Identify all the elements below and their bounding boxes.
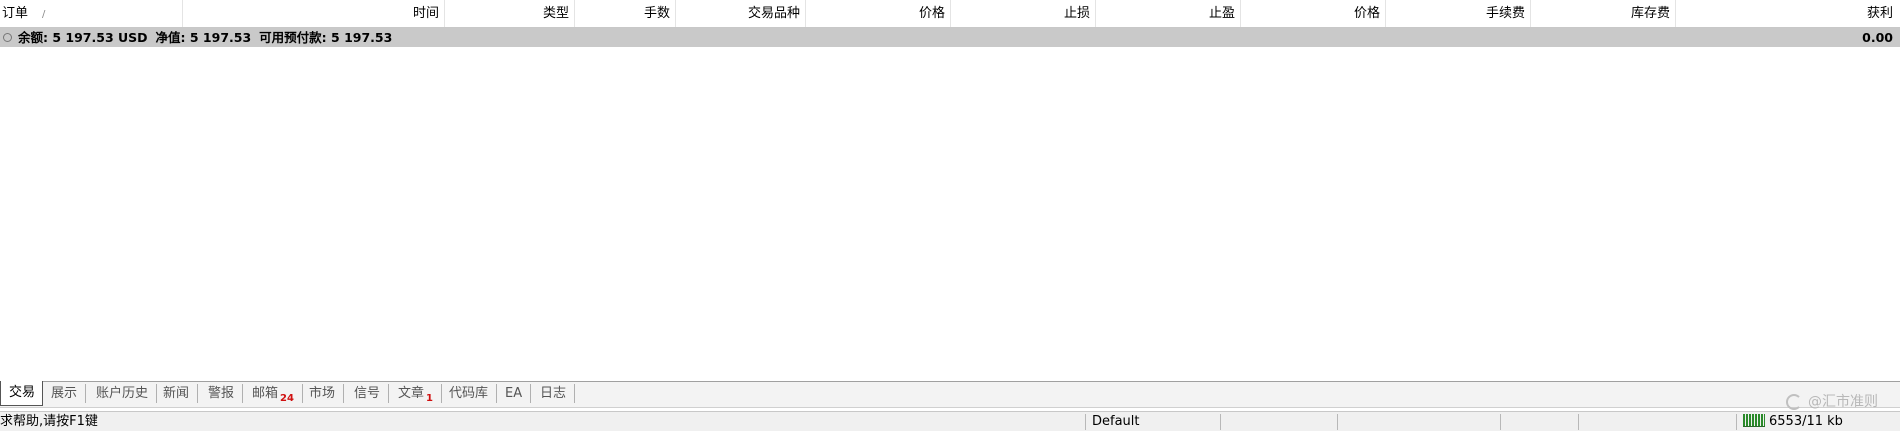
tab-label: EA (505, 386, 523, 401)
column-header-take-profit[interactable]: 止盈 (1096, 0, 1241, 27)
status-divider (1337, 414, 1338, 430)
column-header-commission[interactable]: 手续费 (1386, 0, 1531, 27)
column-header-open-price[interactable]: 价格 (806, 0, 951, 27)
watermark: @汇市准则 (1786, 391, 1878, 411)
column-header-type[interactable]: 类型 (445, 0, 575, 27)
tab-account-history[interactable]: 账户历史 (88, 384, 158, 403)
column-header-order[interactable]: 订单 / (0, 0, 183, 27)
tab-label: 新闻 (163, 386, 190, 401)
tab-label: 日志 (540, 386, 567, 401)
connection-status[interactable]: 6553/11 kb (1743, 412, 1843, 431)
tab-experts[interactable]: EA (497, 384, 532, 403)
tab-label: 交易 (9, 385, 36, 400)
column-header-swap[interactable]: 库存费 (1531, 0, 1676, 27)
tab-signals[interactable]: 信号 (346, 384, 390, 403)
tab-articles[interactable]: 文章 1 (390, 384, 442, 404)
column-header-label: 获利 (1866, 6, 1893, 21)
tab-news[interactable]: 新闻 (155, 384, 199, 403)
weibo-logo-icon (1786, 394, 1802, 410)
column-header-symbol[interactable]: 交易品种 (676, 0, 806, 27)
column-header-stop-loss[interactable]: 止损 (951, 0, 1096, 27)
status-bar: 求帮助,请按F1键 Default 6553/11 kb (0, 411, 1900, 431)
tab-mailbox[interactable]: 邮箱 24 (244, 384, 303, 404)
column-header-label: 类型 (542, 6, 569, 21)
tab-label: 警报 (208, 386, 235, 401)
column-header-time[interactable]: 时间 (183, 0, 445, 27)
tab-label: 信号 (354, 386, 381, 401)
total-profit-value: 0.00 (1862, 30, 1893, 45)
tab-alerts[interactable]: 警报 (200, 384, 244, 403)
free-margin-text: 可用预付款: 5 197.53 (259, 30, 393, 45)
profile-name: Default (1092, 414, 1140, 429)
circle-bullet-icon (3, 33, 12, 42)
column-header-label: 止损 (1063, 6, 1090, 21)
toolbox-tab-bar: 交易 展示 账户历史 新闻 警报 邮箱 24 市场 信号 文章 1 代码库 EA 日… (0, 381, 1900, 408)
mailbox-count-badge: 24 (280, 393, 294, 404)
help-hint-text: 求帮助,请按F1键 (0, 414, 98, 429)
tab-label: 账户历史 (96, 386, 149, 401)
column-header-label: 时间 (412, 6, 439, 21)
connection-bars-icon (1743, 414, 1765, 427)
tab-label: 展示 (51, 386, 78, 401)
column-header-label: 手续费 (1485, 6, 1525, 21)
column-header-volume[interactable]: 手数 (575, 0, 676, 27)
watermark-text: @汇市准则 (1808, 394, 1878, 410)
tab-trade[interactable]: 交易 (0, 381, 43, 406)
column-header-label: 价格 (918, 6, 945, 21)
tab-market[interactable]: 市场 (301, 384, 345, 403)
orders-table-header: 订单 / 时间 类型 手数 交易品种 价格 止损 止盈 价格 手续费 库存费 获利 (0, 0, 1900, 28)
tab-label: 文章 (398, 386, 425, 401)
tab-label: 邮箱 (252, 386, 279, 401)
tab-label: 代码库 (449, 386, 489, 401)
tab-label: 市场 (309, 386, 336, 401)
terminal-toolbox-window: 订单 / 时间 类型 手数 交易品种 价格 止损 止盈 价格 手续费 库存费 获利… (0, 0, 1900, 431)
tab-exposure[interactable]: 展示 (43, 384, 87, 403)
status-divider (1220, 414, 1221, 430)
status-divider (1736, 414, 1737, 430)
balance-text: 余额: 5 197.53 USD (18, 30, 148, 45)
account-summary-row[interactable]: 余额: 5 197.53 USD 净值: 5 197.53 可用预付款: 5 197… (0, 28, 1900, 47)
status-divider (1085, 414, 1086, 430)
articles-count-badge: 1 (426, 393, 433, 404)
status-divider (1578, 414, 1579, 430)
column-header-label: 止盈 (1208, 6, 1235, 21)
column-header-label: 订单 (2, 6, 29, 21)
column-header-profit[interactable]: 获利 (1676, 0, 1900, 27)
sort-indicator-icon: / (42, 9, 46, 20)
tab-code-base[interactable]: 代码库 (441, 384, 498, 403)
column-header-current-price[interactable]: 价格 (1241, 0, 1386, 27)
column-header-label: 交易品种 (747, 6, 800, 21)
column-header-label: 手数 (643, 6, 670, 21)
tab-journal[interactable]: 日志 (532, 384, 576, 403)
column-header-label: 价格 (1353, 6, 1380, 21)
column-header-label: 库存费 (1630, 6, 1670, 21)
equity-text: 净值: 5 197.53 (155, 30, 252, 45)
status-divider (1500, 414, 1501, 430)
connection-traffic-text: 6553/11 kb (1769, 414, 1843, 429)
